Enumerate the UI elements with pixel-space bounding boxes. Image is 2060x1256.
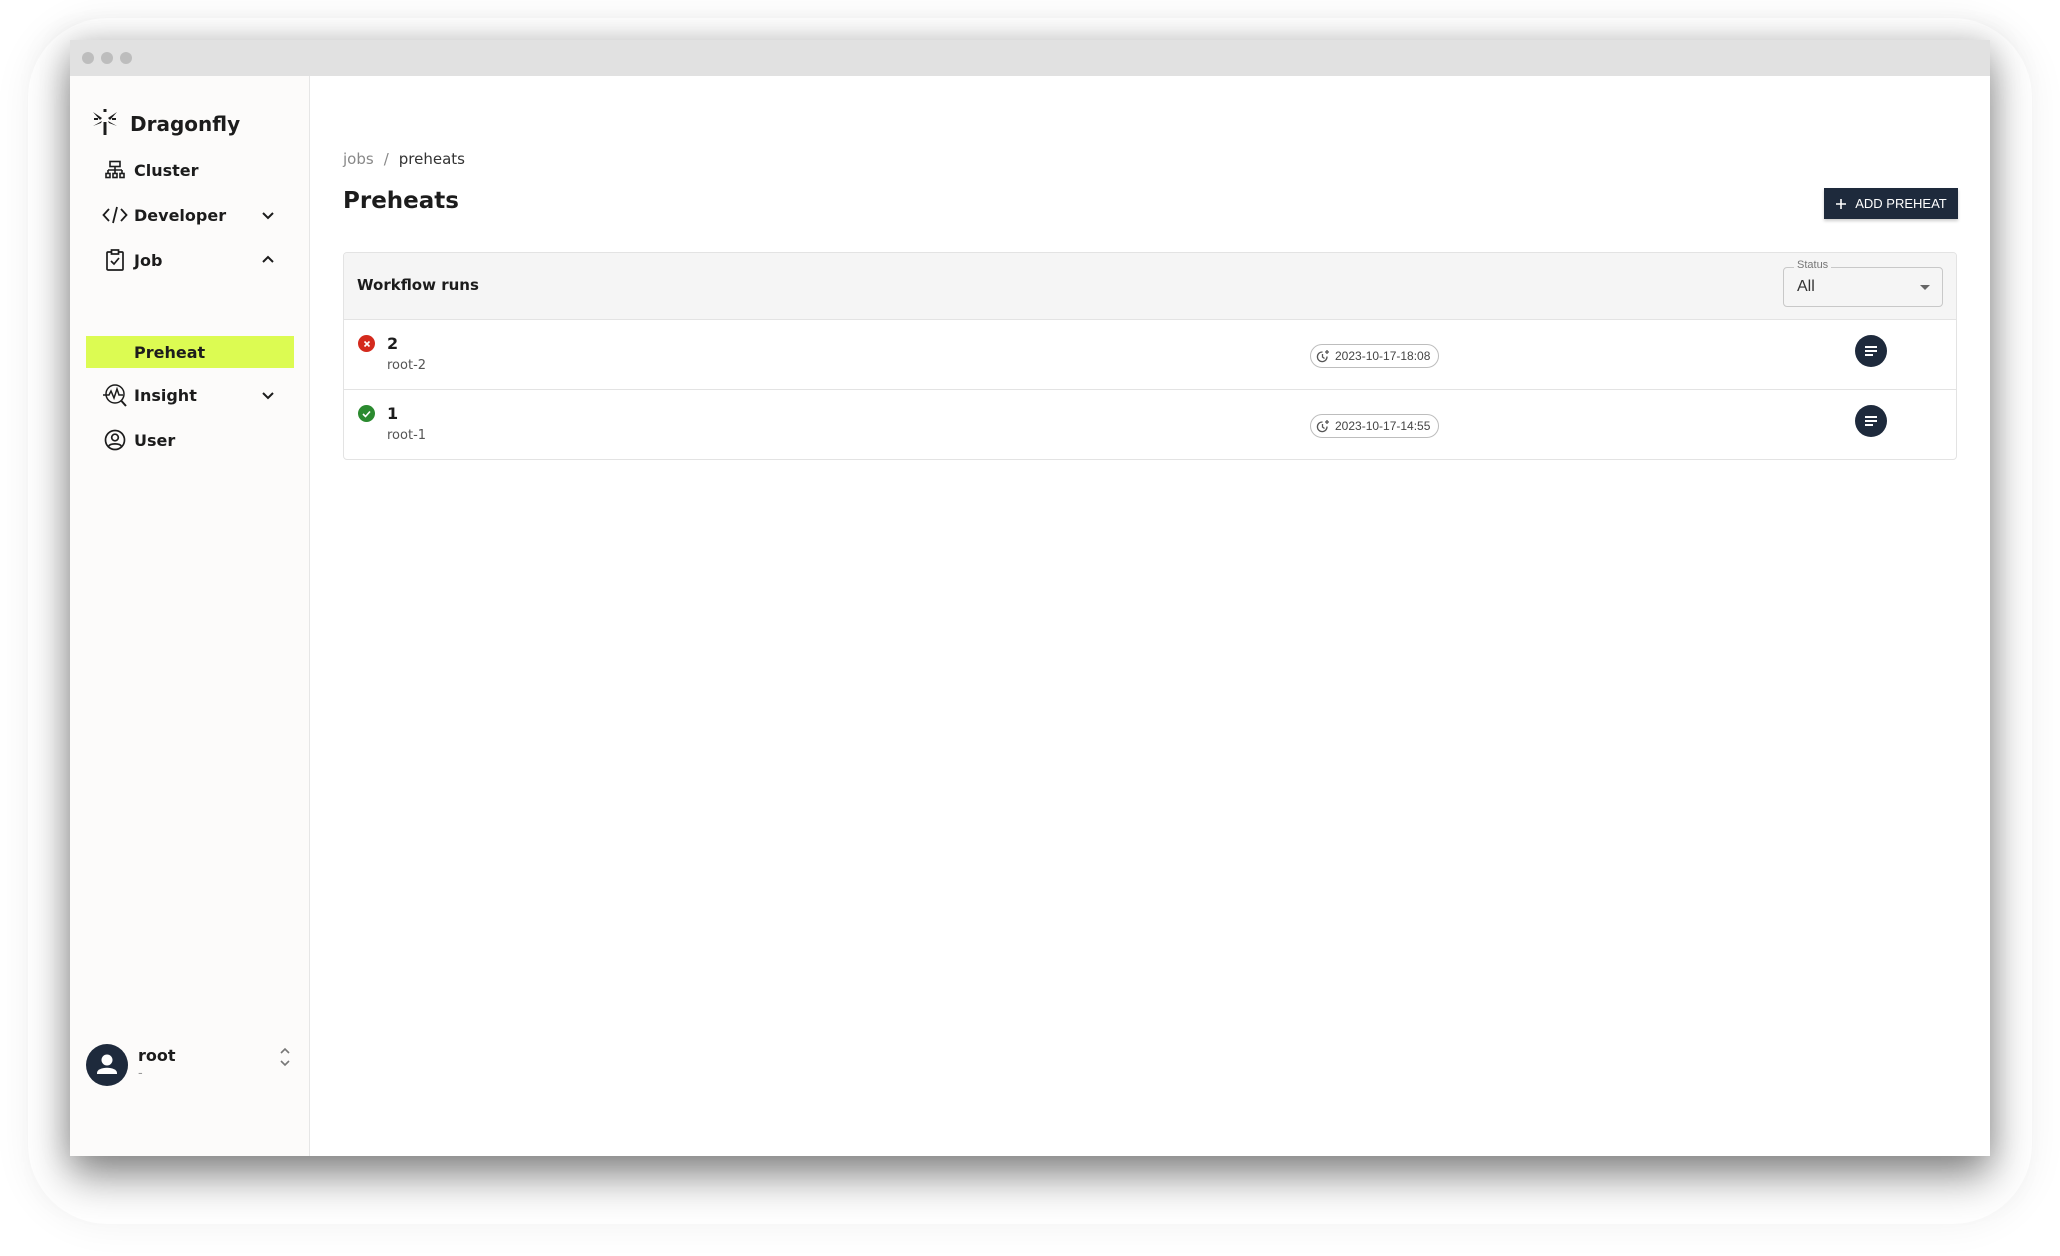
add-preheat-label: ADD PREHEAT	[1855, 196, 1947, 211]
table-title: Workflow runs	[357, 276, 479, 294]
details-lines-icon	[1865, 416, 1877, 426]
breadcrumb-separator: /	[383, 150, 389, 168]
chevron-up-icon[interactable]	[260, 252, 276, 268]
history-icon	[1316, 349, 1329, 362]
brand-name: Dragonfly	[130, 112, 241, 136]
success-status-icon	[358, 405, 375, 422]
sidebar-item-insight[interactable]: Insight	[86, 379, 294, 411]
plus-icon	[1836, 198, 1847, 209]
main-content: jobs / preheats Preheats ADD PREHEAT Wor…	[310, 76, 1990, 1156]
created-time-chip: 2023-10-17-18:08	[1310, 344, 1440, 368]
window-dot-maximize[interactable]	[120, 52, 132, 64]
history-icon	[1316, 419, 1329, 432]
user-menu[interactable]: root -	[86, 1044, 296, 1092]
breadcrumb-preheats: preheats	[398, 150, 465, 168]
run-id[interactable]: 2	[387, 334, 398, 353]
sidebar-subitem-preheat[interactable]: Preheat	[86, 336, 294, 368]
run-user: root-1	[387, 428, 427, 443]
sidebar-item-label: User	[134, 430, 176, 450]
sidebar-item-label: Job	[134, 250, 163, 270]
table-header: Workflow runs Status All	[344, 253, 1956, 320]
created-time-chip: 2023-10-17-14:55	[1310, 414, 1440, 438]
sidebar-item-label: Insight	[134, 385, 197, 405]
user-name: root	[138, 1046, 176, 1065]
sidebar-item-cluster[interactable]: Cluster	[86, 154, 294, 186]
unfold-icon[interactable]	[278, 1046, 292, 1068]
code-icon	[100, 202, 130, 228]
insight-icon	[100, 382, 130, 408]
chevron-down-icon[interactable]	[260, 387, 276, 403]
clipboard-check-icon	[100, 247, 130, 273]
table-row[interactable]: 2 root-2 2023-10-17-18:08	[344, 320, 1956, 390]
workflow-runs-table: Workflow runs Status All 2 root-2 2023-1…	[343, 252, 1957, 460]
window-dot-minimize[interactable]	[101, 52, 113, 64]
status-filter-label: Status	[1794, 259, 1832, 271]
sidebar-item-developer[interactable]: Developer	[86, 199, 294, 231]
page-title: Preheats	[343, 188, 459, 214]
table-row[interactable]: 1 root-1 2023-10-17-14:55	[344, 390, 1956, 459]
brand[interactable]: Dragonfly	[92, 108, 240, 140]
sidebar-item-label: Developer	[134, 205, 227, 225]
view-details-button[interactable]	[1855, 405, 1887, 437]
view-details-button[interactable]	[1855, 335, 1887, 367]
avatar	[86, 1044, 128, 1086]
add-preheat-button[interactable]: ADD PREHEAT	[1824, 188, 1958, 219]
user-subtitle: -	[138, 1066, 143, 1081]
chevron-down-icon[interactable]	[260, 207, 276, 223]
breadcrumb: jobs / preheats	[343, 150, 465, 168]
status-filter-select[interactable]: Status All	[1783, 259, 1943, 307]
person-icon	[97, 1054, 117, 1074]
dragonfly-logo-icon	[92, 108, 118, 140]
failed-status-icon	[358, 335, 375, 352]
created-time: 2023-10-17-18:08	[1335, 349, 1431, 363]
caret-down-icon	[1920, 285, 1930, 290]
breadcrumb-jobs[interactable]: jobs	[343, 150, 374, 168]
run-user: root-2	[387, 358, 427, 373]
sidebar-item-job[interactable]: Job	[86, 244, 294, 276]
sidebar-item-label: Cluster	[134, 160, 199, 180]
cluster-icon	[100, 157, 130, 183]
user-circle-icon	[100, 427, 130, 453]
created-time: 2023-10-17-14:55	[1335, 419, 1431, 433]
run-id[interactable]: 1	[387, 404, 398, 423]
title-bar	[70, 40, 1990, 76]
browser-window: Dragonfly Cluster Developer Job Preheat …	[70, 40, 1990, 1156]
window-dot-close[interactable]	[82, 52, 94, 64]
details-lines-icon	[1865, 346, 1877, 356]
sidebar: Dragonfly Cluster Developer Job Preheat …	[70, 76, 310, 1156]
sidebar-item-user[interactable]: User	[86, 424, 294, 456]
status-filter-value: All	[1797, 278, 1815, 295]
